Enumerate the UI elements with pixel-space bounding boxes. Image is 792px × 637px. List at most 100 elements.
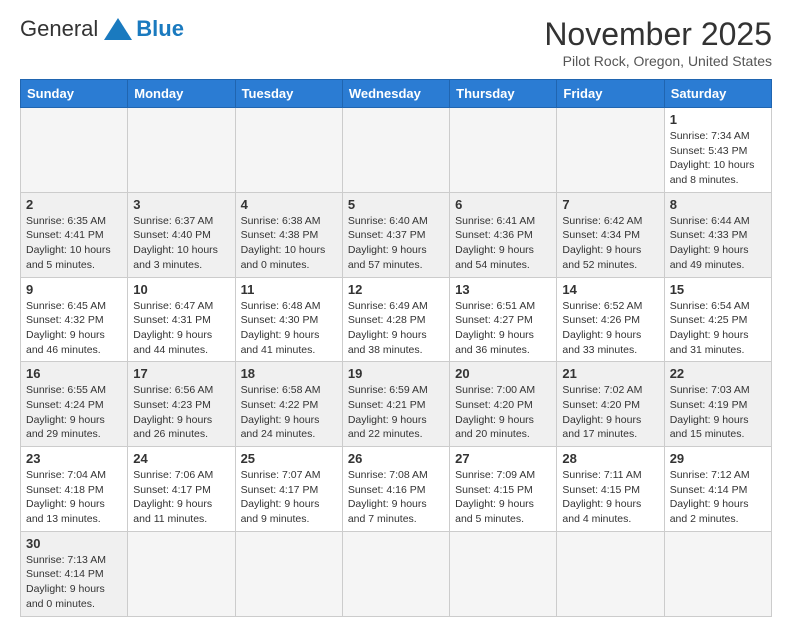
- day-number: 9: [26, 282, 122, 297]
- day-number: 6: [455, 197, 551, 212]
- calendar-cell: 10 Sunrise: 6:47 AMSunset: 4:31 PMDayligh…: [128, 277, 235, 362]
- logo-blue: Blue: [136, 16, 184, 42]
- calendar-header-row: SundayMondayTuesdayWednesdayThursdayFrid…: [21, 80, 772, 108]
- day-number: 25: [241, 451, 337, 466]
- page: General Blue November 2025 Pilot Rock, O…: [0, 0, 792, 637]
- calendar-cell: [557, 531, 664, 616]
- calendar-header-friday: Friday: [557, 80, 664, 108]
- day-number: 23: [26, 451, 122, 466]
- calendar-cell: 22Sunrise: 7:03 AMSunset: 4:19 PMDayligh…: [664, 362, 771, 447]
- calendar-cell: 14 Sunrise: 6:52 AMSunset: 4:26 PMDayligh…: [557, 277, 664, 362]
- day-number: 8: [670, 197, 766, 212]
- title-area: November 2025 Pilot Rock, Oregon, United…: [544, 16, 772, 69]
- day-info: Sunrise: 6:54 AMSunset: 4:25 PMDaylight:…: [670, 299, 766, 358]
- day-info: Sunrise: 6:38 AMSunset: 4:38 PMDaylight:…: [241, 214, 337, 273]
- day-number: 7: [562, 197, 658, 212]
- calendar-cell: [21, 108, 128, 193]
- day-info: Sunrise: 7:03 AMSunset: 4:19 PMDaylight:…: [670, 383, 766, 442]
- calendar-cell: 2 Sunrise: 6:35 AMSunset: 4:41 PMDaylight…: [21, 192, 128, 277]
- calendar-header-saturday: Saturday: [664, 80, 771, 108]
- day-info: Sunrise: 6:40 AMSunset: 4:37 PMDaylight:…: [348, 214, 444, 273]
- calendar-cell: 12Sunrise: 6:49 AMSunset: 4:28 PMDayligh…: [342, 277, 449, 362]
- calendar-cell: 5Sunrise: 6:40 AMSunset: 4:37 PMDaylight…: [342, 192, 449, 277]
- calendar-cell: 15 Sunrise: 6:54 AMSunset: 4:25 PMDayligh…: [664, 277, 771, 362]
- day-number: 10: [133, 282, 229, 297]
- calendar-cell: 28Sunrise: 7:11 AMSunset: 4:15 PMDayligh…: [557, 447, 664, 532]
- calendar-cell: [342, 108, 449, 193]
- day-info: Sunrise: 7:09 AMSunset: 4:15 PMDaylight:…: [455, 468, 551, 527]
- calendar-week-row: 2 Sunrise: 6:35 AMSunset: 4:41 PMDaylight…: [21, 192, 772, 277]
- day-info: Sunrise: 6:55 AMSunset: 4:24 PMDaylight:…: [26, 383, 122, 442]
- day-info: Sunrise: 6:41 AMSunset: 4:36 PMDaylight:…: [455, 214, 551, 273]
- calendar-week-row: 1Sunrise: 7:34 AMSunset: 5:43 PMDaylight…: [21, 108, 772, 193]
- calendar-cell: 17 Sunrise: 6:56 AMSunset: 4:23 PMDayligh…: [128, 362, 235, 447]
- calendar-cell: 8 Sunrise: 6:44 AMSunset: 4:33 PMDaylight…: [664, 192, 771, 277]
- day-number: 16: [26, 366, 122, 381]
- location: Pilot Rock, Oregon, United States: [544, 53, 772, 69]
- calendar-cell: 18 Sunrise: 6:58 AMSunset: 4:22 PMDayligh…: [235, 362, 342, 447]
- calendar-header-tuesday: Tuesday: [235, 80, 342, 108]
- calendar-cell: 30Sunrise: 7:13 AMSunset: 4:14 PMDayligh…: [21, 531, 128, 616]
- calendar-cell: 7Sunrise: 6:42 AMSunset: 4:34 PMDaylight…: [557, 192, 664, 277]
- day-info: Sunrise: 7:02 AMSunset: 4:20 PMDaylight:…: [562, 383, 658, 442]
- day-number: 12: [348, 282, 444, 297]
- logo-triangle-icon: [104, 18, 132, 40]
- calendar-header-monday: Monday: [128, 80, 235, 108]
- calendar-cell: 20Sunrise: 7:00 AMSunset: 4:20 PMDayligh…: [450, 362, 557, 447]
- logo-general: General: [20, 16, 98, 42]
- calendar-cell: 25 Sunrise: 7:07 AMSunset: 4:17 PMDayligh…: [235, 447, 342, 532]
- day-info: Sunrise: 7:07 AMSunset: 4:17 PMDaylight:…: [241, 468, 337, 527]
- day-info: Sunrise: 6:47 AMSunset: 4:31 PMDaylight:…: [133, 299, 229, 358]
- calendar-header-sunday: Sunday: [21, 80, 128, 108]
- day-number: 11: [241, 282, 337, 297]
- calendar-table: SundayMondayTuesdayWednesdayThursdayFrid…: [20, 79, 772, 617]
- calendar-cell: [450, 108, 557, 193]
- day-number: 17: [133, 366, 229, 381]
- logo-area: General Blue: [20, 16, 184, 42]
- calendar-week-row: 16 Sunrise: 6:55 AMSunset: 4:24 PMDayligh…: [21, 362, 772, 447]
- calendar-cell: 3 Sunrise: 6:37 AMSunset: 4:40 PMDaylight…: [128, 192, 235, 277]
- day-number: 15: [670, 282, 766, 297]
- calendar-week-row: 9 Sunrise: 6:45 AMSunset: 4:32 PMDaylight…: [21, 277, 772, 362]
- day-number: 14: [562, 282, 658, 297]
- calendar-cell: [235, 108, 342, 193]
- day-info: Sunrise: 6:45 AMSunset: 4:32 PMDaylight:…: [26, 299, 122, 358]
- day-number: 18: [241, 366, 337, 381]
- day-info: Sunrise: 7:12 AMSunset: 4:14 PMDaylight:…: [670, 468, 766, 527]
- day-number: 26: [348, 451, 444, 466]
- month-title: November 2025: [544, 16, 772, 53]
- day-number: 27: [455, 451, 551, 466]
- day-info: Sunrise: 7:06 AMSunset: 4:17 PMDaylight:…: [133, 468, 229, 527]
- calendar-cell: [664, 531, 771, 616]
- calendar-cell: 13Sunrise: 6:51 AMSunset: 4:27 PMDayligh…: [450, 277, 557, 362]
- calendar-cell: [557, 108, 664, 193]
- calendar-cell: [450, 531, 557, 616]
- day-number: 3: [133, 197, 229, 212]
- day-info: Sunrise: 6:35 AMSunset: 4:41 PMDaylight:…: [26, 214, 122, 273]
- calendar-cell: 11Sunrise: 6:48 AMSunset: 4:30 PMDayligh…: [235, 277, 342, 362]
- day-info: Sunrise: 7:00 AMSunset: 4:20 PMDaylight:…: [455, 383, 551, 442]
- day-info: Sunrise: 6:58 AMSunset: 4:22 PMDaylight:…: [241, 383, 337, 442]
- calendar-cell: [235, 531, 342, 616]
- calendar-header-wednesday: Wednesday: [342, 80, 449, 108]
- calendar-cell: 24 Sunrise: 7:06 AMSunset: 4:17 PMDayligh…: [128, 447, 235, 532]
- day-info: Sunrise: 6:56 AMSunset: 4:23 PMDaylight:…: [133, 383, 229, 442]
- calendar-cell: 29Sunrise: 7:12 AMSunset: 4:14 PMDayligh…: [664, 447, 771, 532]
- day-number: 21: [562, 366, 658, 381]
- day-info: Sunrise: 7:08 AMSunset: 4:16 PMDaylight:…: [348, 468, 444, 527]
- calendar-cell: 9 Sunrise: 6:45 AMSunset: 4:32 PMDaylight…: [21, 277, 128, 362]
- day-info: Sunrise: 6:37 AMSunset: 4:40 PMDaylight:…: [133, 214, 229, 273]
- day-number: 2: [26, 197, 122, 212]
- calendar-cell: 16 Sunrise: 6:55 AMSunset: 4:24 PMDayligh…: [21, 362, 128, 447]
- day-info: Sunrise: 6:44 AMSunset: 4:33 PMDaylight:…: [670, 214, 766, 273]
- day-info: Sunrise: 6:52 AMSunset: 4:26 PMDaylight:…: [562, 299, 658, 358]
- calendar-cell: 21 Sunrise: 7:02 AMSunset: 4:20 PMDayligh…: [557, 362, 664, 447]
- calendar-cell: 19Sunrise: 6:59 AMSunset: 4:21 PMDayligh…: [342, 362, 449, 447]
- day-info: Sunrise: 7:04 AMSunset: 4:18 PMDaylight:…: [26, 468, 122, 527]
- calendar-cell: 26 Sunrise: 7:08 AMSunset: 4:16 PMDayligh…: [342, 447, 449, 532]
- day-info: Sunrise: 7:11 AMSunset: 4:15 PMDaylight:…: [562, 468, 658, 527]
- calendar-cell: [342, 531, 449, 616]
- day-info: Sunrise: 7:13 AMSunset: 4:14 PMDaylight:…: [26, 553, 122, 612]
- day-number: 4: [241, 197, 337, 212]
- day-number: 24: [133, 451, 229, 466]
